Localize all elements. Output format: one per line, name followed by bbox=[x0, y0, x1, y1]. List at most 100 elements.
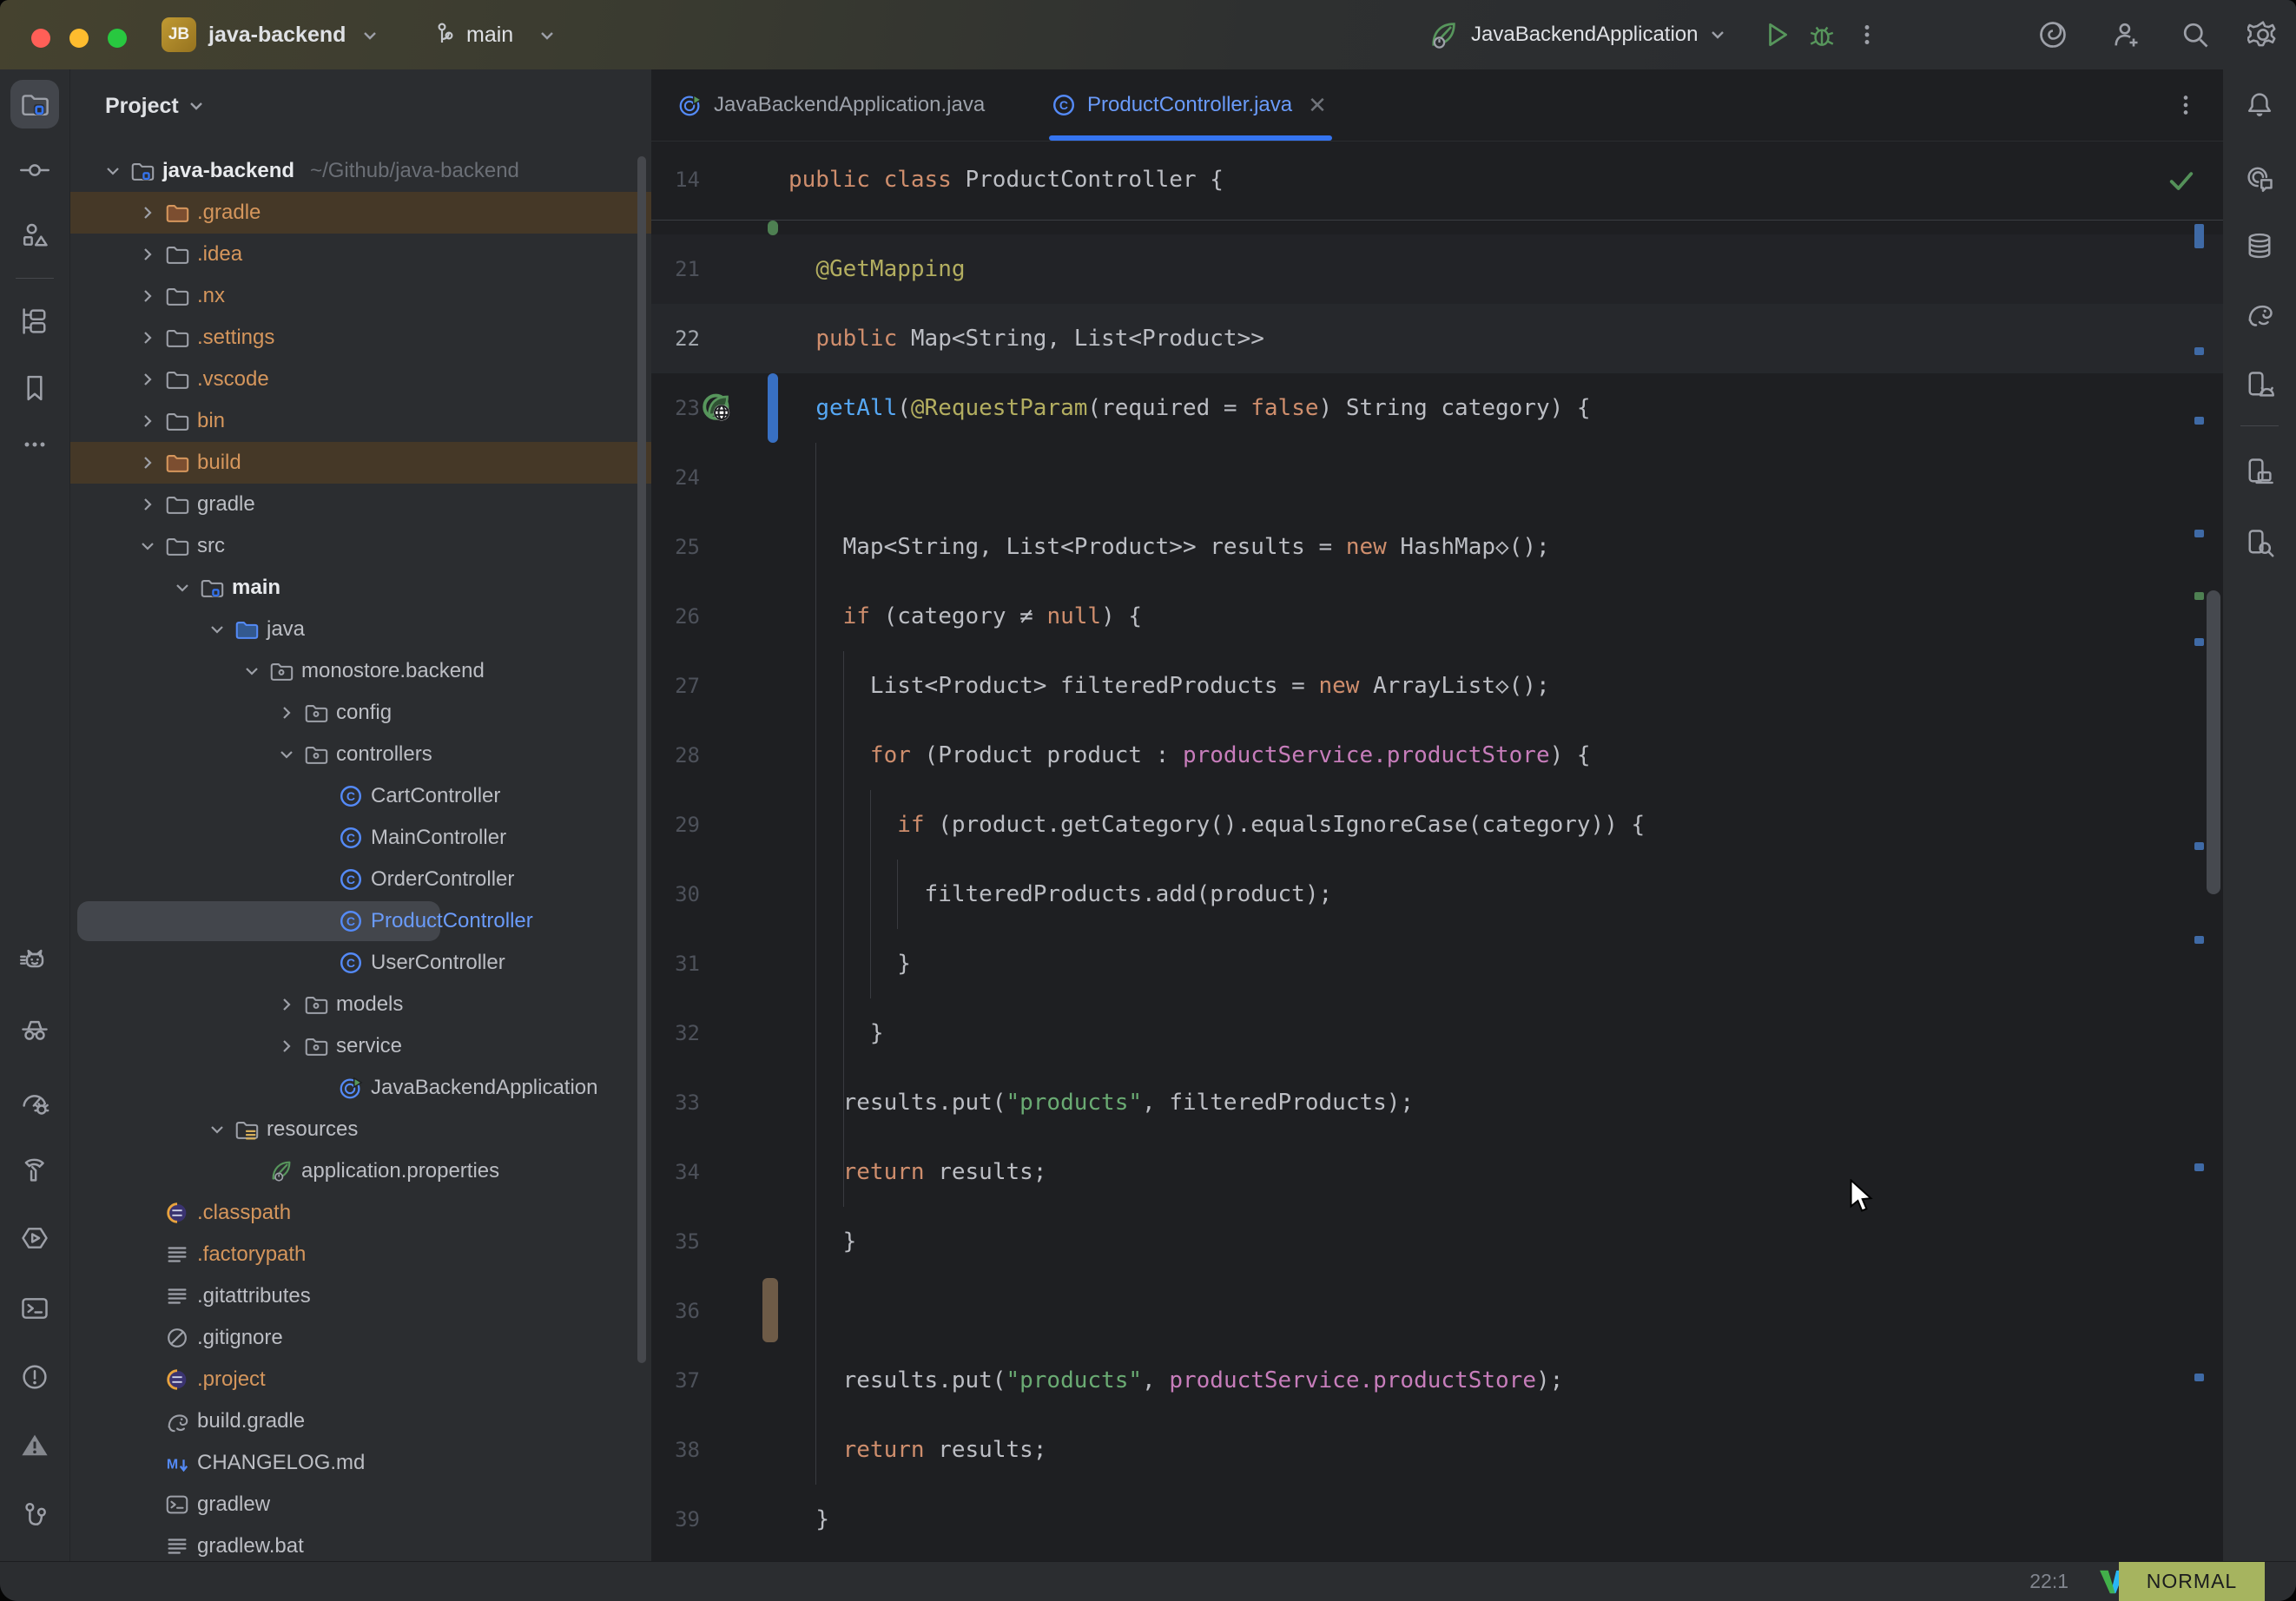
chevron-down-icon[interactable] bbox=[103, 161, 122, 181]
structure-icon[interactable] bbox=[10, 211, 59, 260]
tree-item-.idea[interactable]: .idea bbox=[70, 234, 651, 275]
tree-item-.gradle[interactable]: .gradle bbox=[70, 192, 651, 234]
chevron-right-icon[interactable] bbox=[277, 703, 296, 722]
tree-item-.vscode[interactable]: .vscode bbox=[70, 359, 651, 400]
line-number[interactable]: 26 bbox=[651, 582, 700, 651]
line-number[interactable]: 30 bbox=[651, 860, 700, 929]
line-number[interactable]: 34 bbox=[651, 1137, 700, 1207]
stripe-mark-blue[interactable] bbox=[2194, 347, 2204, 355]
line-number[interactable]: 36 bbox=[651, 1276, 700, 1346]
tree-item-service[interactable]: service bbox=[70, 1025, 651, 1067]
chevron-down-icon[interactable] bbox=[173, 578, 192, 597]
terminal-icon[interactable] bbox=[10, 1284, 59, 1333]
code-line-36[interactable]: 36 bbox=[651, 1276, 2223, 1346]
tree-item-application.properties[interactable]: application.properties bbox=[70, 1150, 651, 1192]
caret-position[interactable]: 22:1 bbox=[2029, 1562, 2068, 1601]
tree-item-productcontroller[interactable]: CProductController bbox=[70, 900, 651, 942]
chevron-down-icon[interactable] bbox=[277, 745, 296, 764]
tree-item-gradlew[interactable]: gradlew bbox=[70, 1484, 651, 1525]
change-marker-added[interactable] bbox=[768, 221, 778, 235]
more-icon[interactable] bbox=[1850, 17, 1884, 52]
device-mirror-icon[interactable] bbox=[2235, 447, 2284, 496]
tree-item-javabackendapplication[interactable]: JavaBackendApplication bbox=[70, 1067, 651, 1109]
tree-item-changelog.md[interactable]: MCHANGELOG.md bbox=[70, 1442, 651, 1484]
tree-item-.settings[interactable]: .settings bbox=[70, 317, 651, 359]
settings-icon[interactable] bbox=[2246, 17, 2280, 52]
chevron-right-icon[interactable] bbox=[138, 495, 157, 514]
code-line-23[interactable]: 23 getAll(@RequestParam(required = false… bbox=[651, 373, 2223, 443]
stripe-mark-blue[interactable] bbox=[2194, 530, 2204, 537]
chevron-down-icon[interactable] bbox=[242, 662, 261, 681]
ai-chat-icon[interactable] bbox=[2235, 153, 2284, 201]
profiler-icon[interactable] bbox=[10, 1077, 59, 1126]
project-folder-icon[interactable] bbox=[10, 80, 59, 128]
commit-icon[interactable] bbox=[10, 146, 59, 194]
chevron-down-icon[interactable] bbox=[208, 620, 227, 639]
tree-item-monostore.backend[interactable]: monostore.backend bbox=[70, 650, 651, 692]
chevron-right-icon[interactable] bbox=[138, 245, 157, 264]
tree-item-java-backend[interactable]: java-backend~/Github/java-backend bbox=[70, 150, 651, 192]
stripe-mark-green[interactable] bbox=[2194, 592, 2204, 600]
tree-item-bin[interactable]: bin bbox=[70, 400, 651, 442]
run-configuration-selector[interactable]: JavaBackendApplication bbox=[1471, 23, 1699, 47]
code-line-29[interactable]: 29 if (product.getCategory().equalsIgnor… bbox=[651, 790, 2223, 860]
debug-icon[interactable] bbox=[1804, 17, 1839, 52]
code-line-39[interactable]: 39 } bbox=[651, 1485, 2223, 1554]
stripe-mark-blue[interactable] bbox=[2194, 224, 2204, 248]
running-devices-icon[interactable] bbox=[2235, 360, 2284, 409]
build-icon[interactable] bbox=[10, 1145, 59, 1194]
stripe-mark-blue[interactable] bbox=[2194, 842, 2204, 850]
code-viewport[interactable]: 21 @GetMapping22 public Map<String, List… bbox=[651, 221, 2223, 1562]
editor-scrollbar[interactable] bbox=[2207, 590, 2220, 894]
tree-scrollbar[interactable] bbox=[637, 156, 646, 1363]
tree-item-src[interactable]: src bbox=[70, 525, 651, 567]
tree-item-java[interactable]: java bbox=[70, 609, 651, 650]
code-line-32[interactable]: 32 } bbox=[651, 998, 2223, 1068]
tree-item-main[interactable]: main bbox=[70, 567, 651, 609]
code-line-21[interactable]: 21 @GetMapping bbox=[651, 234, 2223, 304]
code-line-38[interactable]: 38 return results; bbox=[651, 1415, 2223, 1485]
code-line-25[interactable]: 25 Map<String, List<Product>> results = … bbox=[651, 512, 2223, 582]
code-line-30[interactable]: 30 filteredProducts.add(product); bbox=[651, 860, 2223, 929]
stripe-mark-blue[interactable] bbox=[2194, 638, 2204, 646]
code-line-35[interactable]: 35 } bbox=[651, 1207, 2223, 1276]
line-number[interactable]: 28 bbox=[651, 721, 700, 790]
line-number[interactable]: 27 bbox=[651, 651, 700, 721]
tree-item-config[interactable]: config bbox=[70, 692, 651, 734]
problems-icon[interactable] bbox=[10, 1353, 59, 1401]
tree-item-.gitattributes[interactable]: .gitattributes bbox=[70, 1275, 651, 1317]
stripe-mark-blue[interactable] bbox=[2194, 417, 2204, 425]
code-line-26[interactable]: 26 if (category ≠ null) { bbox=[651, 582, 2223, 651]
tree-item-.factorypath[interactable]: .factorypath bbox=[70, 1234, 651, 1275]
tree-item-gradlew.bat[interactable]: gradlew.bat bbox=[70, 1525, 651, 1562]
chevron-right-icon[interactable] bbox=[277, 995, 296, 1014]
stripe-mark-blue[interactable] bbox=[2194, 1374, 2204, 1381]
zoom-window-button[interactable] bbox=[108, 29, 127, 48]
stripe-mark-blue[interactable] bbox=[2194, 1163, 2204, 1171]
chevron-down-icon[interactable] bbox=[138, 537, 157, 556]
tree-item-.nx[interactable]: .nx bbox=[70, 275, 651, 317]
tree-item-.project[interactable]: .project bbox=[70, 1359, 651, 1400]
tree-item-build.gradle[interactable]: build.gradle bbox=[70, 1400, 651, 1442]
tree-item-gradle[interactable]: gradle bbox=[70, 484, 651, 525]
line-number[interactable]: 31 bbox=[651, 929, 700, 998]
line-number[interactable]: 37 bbox=[651, 1346, 700, 1415]
git-branch-icon[interactable] bbox=[10, 1491, 59, 1539]
close-window-button[interactable] bbox=[31, 29, 50, 48]
change-marker-modified[interactable] bbox=[768, 373, 778, 443]
tree-item-models[interactable]: models bbox=[70, 984, 651, 1025]
tree-item-ordercontroller[interactable]: COrderController bbox=[70, 859, 651, 900]
line-number[interactable]: 39 bbox=[651, 1485, 700, 1554]
search-icon[interactable] bbox=[2178, 17, 2213, 52]
bookmarks-icon[interactable] bbox=[10, 364, 59, 412]
line-number[interactable]: 32 bbox=[651, 998, 700, 1068]
code-line-34[interactable]: 34 return results; bbox=[651, 1137, 2223, 1207]
device-explorer-icon[interactable] bbox=[2235, 518, 2284, 567]
project-view-selector[interactable]: Project bbox=[105, 85, 205, 127]
code-line-28[interactable]: 28 for (Product product : productService… bbox=[651, 721, 2223, 790]
stripe-mark-blue[interactable] bbox=[2194, 936, 2204, 944]
ai-cat-icon[interactable] bbox=[10, 938, 59, 986]
tab-productcontroller-java[interactable]: CProductController.java✕ bbox=[1051, 69, 1327, 141]
more-tools-icon[interactable] bbox=[10, 420, 59, 469]
ai-assistant-icon[interactable] bbox=[2035, 17, 2070, 52]
